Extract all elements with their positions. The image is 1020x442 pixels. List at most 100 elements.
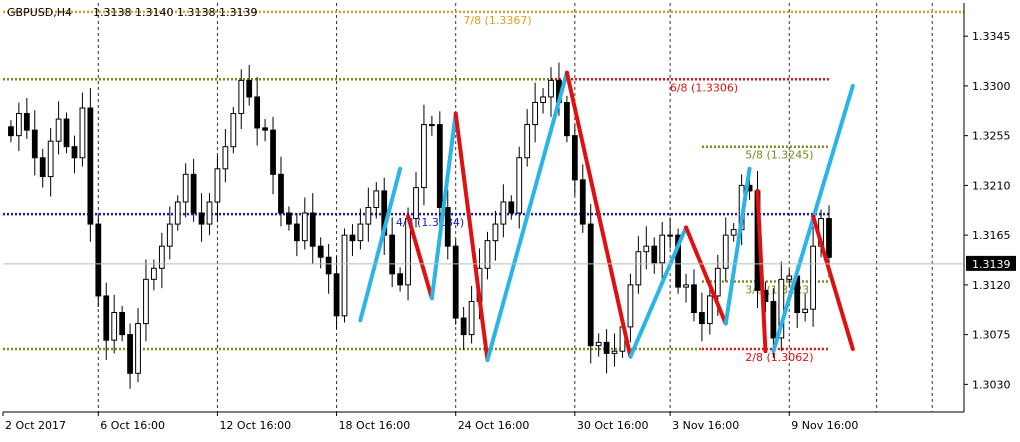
- candle-body: [182, 173, 189, 203]
- time-tick-label: 18 Oct 16:00: [339, 419, 411, 432]
- candle-body: [460, 317, 467, 336]
- candle-body: [540, 96, 546, 103]
- candle-body: [293, 223, 300, 242]
- candle-body: [262, 127, 268, 131]
- candle-body: [492, 223, 499, 242]
- candle-body: [611, 350, 618, 354]
- candle-body: [579, 179, 586, 225]
- candle: [452, 239, 459, 325]
- candle: [95, 215, 102, 307]
- candle-body: [95, 223, 102, 297]
- candle-body: [246, 79, 253, 98]
- price-tick-label: 1.3210: [972, 179, 1011, 192]
- candle: [587, 204, 594, 364]
- candle-body: [301, 212, 308, 242]
- candle-body: [421, 124, 427, 189]
- candle-body: [127, 334, 133, 374]
- candle-body: [571, 135, 578, 181]
- candle-body: [444, 207, 451, 247]
- candle-body: [254, 96, 261, 129]
- candle-body: [238, 79, 245, 115]
- time-tick-label: 2 Oct 2017: [5, 419, 66, 432]
- candle-body: [230, 113, 237, 148]
- price-tick-label: 1.3075: [972, 329, 1011, 342]
- candle-body: [190, 173, 197, 214]
- candle-body: [691, 284, 697, 314]
- candle-body: [158, 245, 165, 269]
- candle: [87, 88, 94, 242]
- candle-body: [516, 157, 523, 214]
- candle-body: [643, 245, 650, 253]
- candle-body: [500, 201, 507, 225]
- candle-body: [143, 278, 149, 325]
- candle-body: [810, 245, 816, 310]
- candle-body: [198, 212, 205, 225]
- candle-body: [802, 308, 809, 314]
- candle: [63, 112, 70, 154]
- level-label: 7/8 (1.3367): [463, 14, 531, 27]
- candle-body: [174, 201, 181, 225]
- candle-body: [87, 107, 94, 225]
- symbol-label: GBPUSD,H4: [7, 6, 72, 19]
- candle-body: [699, 312, 705, 325]
- candle-body: [397, 273, 403, 286]
- time-tick-label: 30 Oct 16:00: [577, 419, 649, 432]
- candle-body: [119, 312, 126, 336]
- candle-body: [389, 234, 396, 275]
- price-tick-label: 1.3345: [972, 30, 1011, 43]
- candle-body: [55, 118, 62, 142]
- time-tick-label: 24 Oct 16:00: [458, 419, 530, 432]
- candle-body: [373, 190, 380, 208]
- price-tick-label: 1.3030: [972, 378, 1011, 391]
- candle-body: [587, 223, 594, 347]
- candle-body: [635, 251, 642, 286]
- candle-body: [222, 146, 229, 170]
- candle-body: [166, 223, 173, 247]
- candle-body: [667, 234, 674, 237]
- price-tick-label: 1.3120: [972, 279, 1011, 292]
- candle-body: [103, 295, 110, 341]
- price-tick-label: 1.3300: [972, 80, 1011, 93]
- candle-body: [317, 245, 324, 258]
- candle-body: [63, 118, 70, 148]
- price-tick-label: 1.3255: [972, 130, 1011, 143]
- chart-window: 7/8 (1.3367) 6/8 (1.3306) 5/8 (1.3245) 4/8 …: [0, 0, 1020, 438]
- candle-body: [730, 229, 737, 236]
- candle-body: [714, 267, 721, 297]
- time-tick-label: 6 Oct 16:00: [100, 419, 165, 432]
- candle-body: [278, 173, 284, 214]
- level-label: 2/8 (1.3062): [745, 351, 813, 364]
- candle-body: [214, 168, 221, 203]
- candle-body: [135, 323, 141, 374]
- candle-body: [365, 207, 372, 225]
- candle-body: [452, 245, 459, 319]
- candle-body: [428, 124, 435, 127]
- candle-body: [31, 129, 38, 159]
- candle-body: [357, 223, 364, 242]
- price-tick-label: 1.3165: [972, 229, 1011, 242]
- candle: [230, 106, 237, 154]
- candle-body: [683, 284, 689, 288]
- candle: [341, 228, 348, 323]
- candle-body: [413, 187, 419, 220]
- candle-body: [111, 312, 118, 341]
- candle-body: [286, 212, 292, 225]
- candle-body: [722, 234, 729, 269]
- candle-body: [325, 256, 332, 275]
- ohlc-label: 1.3138 1.3140 1.3138 1.3139: [93, 6, 257, 19]
- candle-body: [333, 273, 340, 317]
- candle-body: [79, 107, 86, 159]
- candle-body: [341, 234, 348, 317]
- level-label: 6/8 (1.3306): [670, 81, 738, 94]
- candle-body: [349, 234, 356, 242]
- candle-body: [564, 101, 570, 137]
- candle-body: [270, 129, 276, 175]
- candle-body: [47, 140, 54, 178]
- candle-body: [508, 201, 515, 214]
- candle-body: [770, 300, 777, 339]
- candle-body: [468, 300, 475, 336]
- candle-body: [23, 113, 30, 131]
- price-chart[interactable]: 7/8 (1.3367)6/8 (1.3306)5/8 (1.3245)4/8 …: [0, 0, 1020, 438]
- time-tick-label: 9 Nov 16:00: [791, 419, 858, 432]
- candle-body: [309, 212, 316, 247]
